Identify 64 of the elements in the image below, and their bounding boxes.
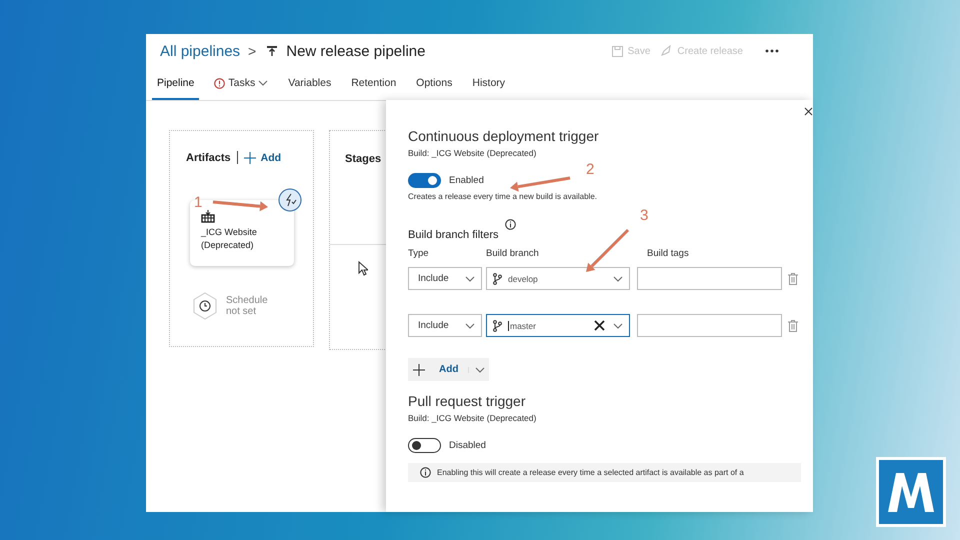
logo-icon [876, 457, 946, 527]
tab[interactable]: History [467, 68, 510, 100]
add-button[interactable]: Add [408, 358, 490, 381]
chevron-down-icon [258, 80, 268, 86]
section-heading: Stages [345, 153, 382, 165]
save-icon [612, 46, 623, 56]
branch-icon [493, 320, 502, 332]
close-icon[interactable] [804, 107, 813, 116]
chevron-down-icon [468, 366, 486, 372]
page-title: New release pipeline [286, 42, 426, 60]
chevron-down-icon [465, 276, 475, 282]
annotation-arrow [586, 228, 630, 272]
info-icon [420, 467, 431, 478]
tab[interactable]: Tasks [209, 68, 274, 100]
toggle-label: Disabled [449, 440, 486, 451]
column-header: Build branch [486, 248, 540, 259]
schedule-text: Schedule [226, 295, 268, 306]
clear-icon [594, 320, 605, 331]
step-number: 2 [586, 161, 594, 178]
breadcrumb-separator: > [248, 43, 256, 59]
schedule-text: not set [226, 306, 258, 317]
tab[interactable]: Options [411, 68, 458, 100]
section-title: Pull request trigger [408, 393, 527, 409]
step-number: 3 [640, 207, 648, 224]
artifact-name: (Deprecated) [201, 238, 255, 251]
branch-dropdown[interactable]: master [486, 314, 630, 337]
plus-icon [244, 152, 256, 164]
more-icon[interactable] [765, 49, 779, 53]
chevron-down-icon [613, 322, 623, 328]
tab[interactable]: Variables [283, 68, 336, 100]
annotation-arrow [212, 200, 268, 212]
column-header: Type [408, 248, 430, 259]
tab[interactable]: Retention [346, 68, 402, 100]
warning-icon [214, 78, 226, 88]
description-text: Creates a release every time a new build is available. [408, 192, 598, 201]
tags-input-field[interactable] [637, 314, 782, 337]
section-title: Continuous deployment trigger [408, 128, 600, 144]
branch-dropdown[interactable]: develop [486, 267, 630, 290]
info-text: Enabling this will create a release every time a selected artifact is available as part of a [437, 468, 744, 477]
clock-icon[interactable] [192, 292, 218, 320]
branch-icon [493, 272, 502, 284]
plus-icon [413, 364, 425, 376]
column-header: Build tags [646, 248, 690, 259]
build-source: Build: _ICG Website (Deprecated) [408, 413, 538, 423]
toggle-switch[interactable] [408, 438, 441, 453]
toggle-switch[interactable] [408, 173, 441, 188]
annotation-arrow [510, 176, 570, 192]
build-source: Build: _ICG Website (Deprecated) [408, 148, 538, 158]
toggle-label: Enabled [449, 175, 484, 186]
mouse-cursor-icon [358, 261, 368, 276]
add-button[interactable]: Add [244, 152, 282, 164]
breadcrumb-link[interactable]: All pipelines [160, 42, 240, 60]
pipeline-icon [266, 45, 278, 57]
type-dropdown[interactable]: Include [408, 314, 482, 337]
type-dropdown[interactable]: Include [408, 267, 482, 290]
tags-input-field[interactable] [637, 267, 782, 290]
section-title: Build branch filters [408, 229, 498, 241]
info-icon[interactable] [504, 219, 516, 230]
artifact-name: _ICG Website [201, 226, 258, 238]
build-icon [201, 210, 215, 223]
section-heading: Artifacts [186, 152, 231, 164]
chevron-down-icon [613, 276, 623, 282]
trigger-icon[interactable] [278, 188, 302, 212]
chevron-down-icon [465, 322, 475, 328]
